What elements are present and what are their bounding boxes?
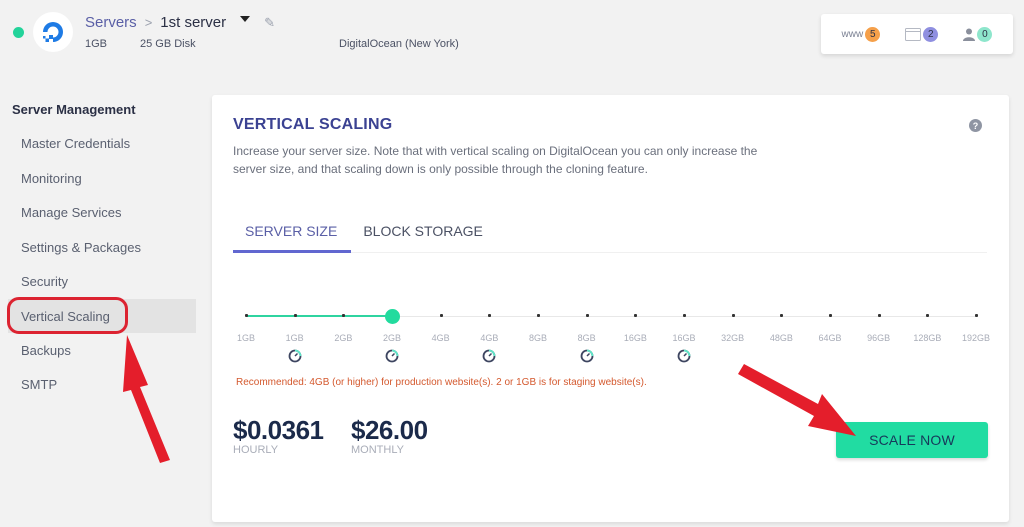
slider-option-label[interactable]: 64GB <box>805 333 855 343</box>
hourly-price-block: $0.0361 HOURLY <box>233 415 324 456</box>
slider-option-label[interactable]: 128GB <box>902 333 952 343</box>
tabs: SERVER SIZE BLOCK STORAGE <box>233 213 987 253</box>
slider-option-label[interactable]: 8GB <box>562 333 612 343</box>
monthly-price-block: $26.00 MONTHLY <box>351 415 428 456</box>
sidebar-item-smtp[interactable]: SMTP <box>8 367 196 401</box>
slider-option-label[interactable]: 1GB <box>270 333 320 343</box>
card-description: Increase your server size. Note that wit… <box>233 144 758 176</box>
user-icon <box>963 28 976 41</box>
breadcrumb-separator: > <box>144 15 153 30</box>
tab-block-storage[interactable]: BLOCK STORAGE <box>351 213 495 253</box>
server-size-slider[interactable]: 1GB 1GB 2GB 2GB 4GB 4GB 8GB 8GB 16GB 16GB 32GB 48GB… <box>212 295 1009 375</box>
slider-option-label[interactable]: 32GB <box>708 333 758 343</box>
scale-now-button[interactable]: SCALE NOW <box>836 422 988 458</box>
breadcrumb: Servers > 1st server ✎ <box>85 14 275 31</box>
users-counter[interactable]: 0 <box>963 26 993 42</box>
slider-option-label[interactable]: 192GB <box>951 333 1001 343</box>
server-provider: DigitalOcean (New York) <box>339 38 459 50</box>
slider-tick[interactable] <box>829 314 832 317</box>
help-icon[interactable]: ? <box>969 119 982 132</box>
slider-option-label[interactable]: 16GB <box>659 333 709 343</box>
counters-panel: www 5 2 0 <box>821 14 1013 54</box>
users-count-badge: 0 <box>977 26 993 42</box>
folders-counter[interactable]: 2 <box>905 26 939 42</box>
sidebar-item-settings-packages[interactable]: Settings & Packages <box>8 230 196 264</box>
server-dropdown-caret-icon[interactable] <box>240 15 251 22</box>
server-name: 1st server <box>160 14 227 31</box>
slider-tick[interactable] <box>293 314 297 317</box>
slider-thumb[interactable] <box>384 309 400 324</box>
slider-option-label[interactable]: 2GB <box>318 333 368 343</box>
applications-count-badge: 5 <box>865 26 881 42</box>
sidebar-item-master-credentials[interactable]: Master Credentials <box>8 126 196 160</box>
speedometer-icon <box>677 349 691 363</box>
vertical-scaling-card: VERTICAL SCALING ? Increase your server … <box>212 95 1009 522</box>
monthly-price: $26.00 <box>351 415 428 445</box>
slider-option-label[interactable]: 96GB <box>854 333 904 343</box>
slider-fill <box>246 315 392 317</box>
monthly-label: MONTHLY <box>351 444 404 456</box>
recommendation-text: Recommended: 4GB (or higher) for product… <box>236 377 647 388</box>
slider-tick[interactable] <box>731 314 735 317</box>
speedometer-icon <box>580 349 594 363</box>
slider-option-label[interactable]: 4GB <box>464 333 514 343</box>
slider-tick[interactable] <box>683 314 686 317</box>
hourly-price: $0.0361 <box>233 415 324 445</box>
slider-tick[interactable] <box>585 314 589 317</box>
folders-count-badge: 2 <box>923 26 939 42</box>
annotation-highlight-ring <box>7 297 128 334</box>
card-title: VERTICAL SCALING <box>233 116 393 133</box>
server-status-dot <box>13 27 24 38</box>
speedometer-icon <box>288 349 302 363</box>
slider-tick[interactable] <box>877 314 881 317</box>
slider-tick[interactable] <box>537 314 540 317</box>
sidebar-item-backups[interactable]: Backups <box>8 333 196 367</box>
sidebar-item-monitoring[interactable]: Monitoring <box>8 161 196 195</box>
slider-tick[interactable] <box>439 314 443 317</box>
slider-tick[interactable] <box>975 314 978 317</box>
tab-server-size[interactable]: SERVER SIZE <box>233 213 352 253</box>
digitalocean-logo <box>33 12 73 52</box>
slider-option-label[interactable]: 8GB <box>513 333 563 343</box>
slider-option-label[interactable]: 1GB <box>221 333 271 343</box>
folder-icon <box>905 27 922 41</box>
sidebar-item-manage-services[interactable]: Manage Services <box>8 195 196 229</box>
applications-counter[interactable]: www 5 <box>841 26 881 42</box>
slider-option-label[interactable]: 48GB <box>756 333 806 343</box>
server-disk: 25 GB Disk <box>140 38 196 50</box>
slider-option-label[interactable]: 4GB <box>416 333 466 343</box>
www-icon: www <box>841 28 864 40</box>
slider-tick[interactable] <box>245 314 248 317</box>
sidebar-title: Server Management <box>12 102 136 117</box>
breadcrumb-servers-link[interactable]: Servers <box>85 14 137 31</box>
slider-option-label[interactable]: 2GB <box>367 333 417 343</box>
server-ram: 1GB <box>85 38 108 50</box>
sidebar-item-security[interactable]: Security <box>8 264 196 298</box>
speedometer-icon <box>482 349 496 363</box>
hourly-label: HOURLY <box>233 444 279 456</box>
digitalocean-logo-icon <box>43 22 63 42</box>
slider-option-label[interactable]: 16GB <box>610 333 660 343</box>
edit-pencil-icon[interactable]: ✎ <box>264 15 275 31</box>
speedometer-icon <box>385 349 399 363</box>
